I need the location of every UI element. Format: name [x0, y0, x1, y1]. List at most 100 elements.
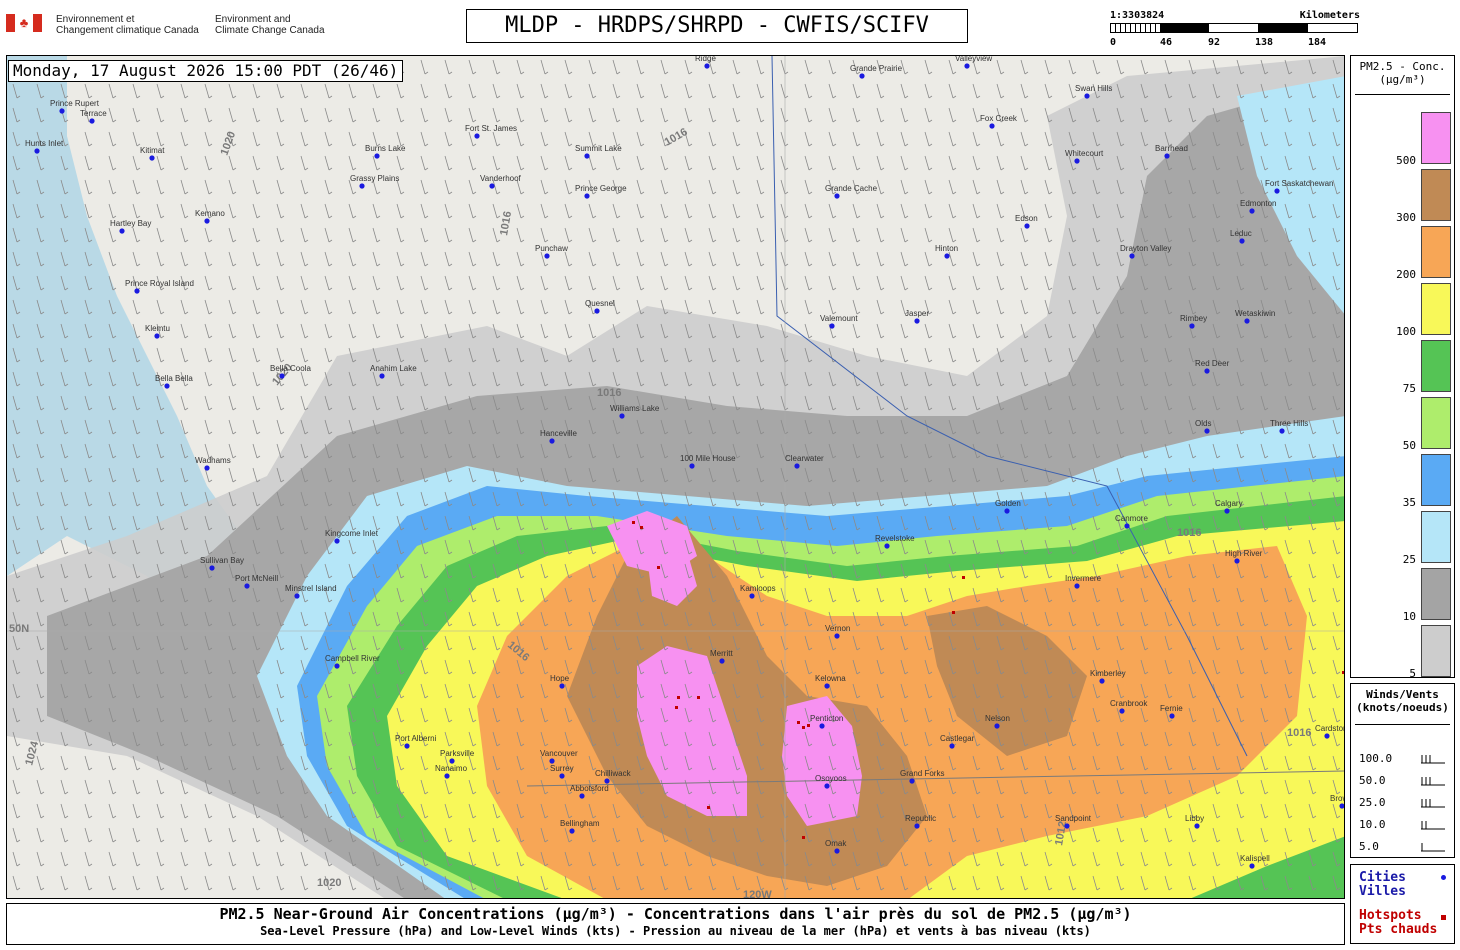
- city-dot-icon[interactable]: [449, 758, 455, 764]
- city-dot-icon[interactable]: [164, 383, 170, 389]
- city-marker[interactable]: Parksville: [440, 749, 475, 764]
- city-dot-icon[interactable]: [689, 463, 695, 469]
- city-marker[interactable]: Fernie: [1160, 704, 1183, 719]
- city-marker[interactable]: Olds: [1195, 419, 1211, 434]
- city-marker[interactable]: Red Deer: [1195, 359, 1230, 374]
- city-dot-icon[interactable]: [204, 218, 210, 224]
- city-marker[interactable]: Kitimat: [140, 146, 165, 161]
- city-marker[interactable]: Grand Forks: [900, 769, 944, 784]
- city-marker[interactable]: Merritt: [710, 649, 733, 664]
- city-marker[interactable]: Kemano: [195, 209, 225, 224]
- city-dot-icon[interactable]: [134, 288, 140, 294]
- city-marker[interactable]: Canmore: [1115, 514, 1148, 529]
- city-marker[interactable]: Cranbrook: [1110, 699, 1148, 714]
- city-dot-icon[interactable]: [1004, 508, 1010, 514]
- city-dot-icon[interactable]: [559, 683, 565, 689]
- city-dot-icon[interactable]: [1279, 428, 1285, 434]
- city-marker[interactable]: Bella Bella: [155, 374, 193, 389]
- city-dot-icon[interactable]: [294, 593, 300, 599]
- city-marker[interactable]: Valemount: [820, 314, 858, 329]
- city-marker[interactable]: Klemtu: [145, 324, 170, 339]
- city-dot-icon[interactable]: [859, 73, 865, 79]
- city-marker[interactable]: Rimbey: [1180, 314, 1207, 329]
- city-dot-icon[interactable]: [1189, 323, 1195, 329]
- city-dot-icon[interactable]: [964, 63, 970, 69]
- city-dot-icon[interactable]: [914, 318, 920, 324]
- city-dot-icon[interactable]: [1099, 678, 1105, 684]
- city-marker[interactable]: Fox Creek: [980, 114, 1018, 129]
- city-marker[interactable]: Hunts Inlet: [25, 139, 64, 154]
- city-marker[interactable]: Kalispell: [1240, 854, 1270, 869]
- city-dot-icon[interactable]: [584, 153, 590, 159]
- city-dot-icon[interactable]: [59, 108, 65, 114]
- city-markers[interactable]: Prince RupertTerrace Hunts Inlet Kitimat Ha…: [7, 56, 1345, 899]
- city-dot-icon[interactable]: [1204, 428, 1210, 434]
- city-marker[interactable]: Three Hills: [1270, 419, 1308, 434]
- city-marker[interactable]: Fort Saskatchewan: [1265, 179, 1333, 194]
- city-marker[interactable]: Penticton: [810, 714, 843, 729]
- city-marker[interactable]: Abbotsford: [570, 784, 609, 799]
- city-dot-icon[interactable]: [914, 823, 920, 829]
- city-dot-icon[interactable]: [1084, 93, 1090, 99]
- city-marker[interactable]: Bellingham: [560, 819, 600, 834]
- city-dot-icon[interactable]: [704, 63, 710, 69]
- city-marker[interactable]: Prince George: [575, 184, 627, 199]
- city-dot-icon[interactable]: [1024, 223, 1030, 229]
- city-dot-icon[interactable]: [1339, 803, 1344, 809]
- city-marker[interactable]: Kamloops: [740, 584, 776, 599]
- city-marker[interactable]: Prince Royal Island: [125, 279, 194, 294]
- city-dot-icon[interactable]: [559, 773, 565, 779]
- city-dot-icon[interactable]: [204, 465, 210, 471]
- city-marker[interactable]: Vernon: [825, 624, 850, 639]
- city-marker[interactable]: Nanaimo: [435, 764, 468, 779]
- city-marker[interactable]: Jasper: [905, 309, 929, 324]
- city-dot-icon[interactable]: [579, 793, 585, 799]
- city-marker[interactable]: Anahim Lake: [370, 364, 417, 379]
- city-marker[interactable]: Kingcome Inlet: [325, 529, 379, 544]
- city-marker[interactable]: Surrey: [550, 764, 574, 779]
- city-marker[interactable]: Omak: [825, 839, 847, 854]
- city-marker[interactable]: Barrhead: [1155, 144, 1188, 159]
- city-dot-icon[interactable]: [149, 155, 155, 161]
- city-dot-icon[interactable]: [949, 743, 955, 749]
- city-dot-icon[interactable]: [489, 183, 495, 189]
- city-dot-icon[interactable]: [794, 463, 800, 469]
- city-dot-icon[interactable]: [989, 123, 995, 129]
- city-marker[interactable]: Chilliwack: [595, 769, 632, 784]
- city-marker[interactable]: Hinton: [935, 244, 958, 259]
- city-dot-icon[interactable]: [1274, 188, 1280, 194]
- city-marker[interactable]: Grande Cache: [825, 184, 878, 199]
- city-dot-icon[interactable]: [749, 593, 755, 599]
- city-dot-icon[interactable]: [1204, 368, 1210, 374]
- city-dot-icon[interactable]: [1224, 508, 1230, 514]
- city-dot-icon[interactable]: [819, 723, 825, 729]
- city-dot-icon[interactable]: [544, 253, 550, 259]
- city-dot-icon[interactable]: [154, 333, 160, 339]
- city-marker[interactable]: Port McNeill: [235, 574, 278, 589]
- city-marker[interactable]: Sandpoint: [1055, 814, 1092, 829]
- city-dot-icon[interactable]: [594, 308, 600, 314]
- city-marker[interactable]: Invermere: [1065, 574, 1102, 589]
- city-marker[interactable]: Wetaskiwin: [1235, 309, 1275, 324]
- city-marker[interactable]: Libby: [1185, 814, 1204, 829]
- city-marker[interactable]: Sullivan Bay: [200, 556, 244, 571]
- city-marker[interactable]: Nelson: [985, 714, 1010, 729]
- city-dot-icon[interactable]: [444, 773, 450, 779]
- city-dot-icon[interactable]: [834, 193, 840, 199]
- city-marker[interactable]: Drayton Valley: [1120, 244, 1171, 259]
- city-marker[interactable]: Campbell River: [325, 654, 380, 669]
- city-dot-icon[interactable]: [1169, 713, 1175, 719]
- city-dot-icon[interactable]: [994, 723, 1000, 729]
- city-marker[interactable]: Valleyview: [955, 56, 992, 69]
- city-dot-icon[interactable]: [604, 778, 610, 784]
- city-dot-icon[interactable]: [379, 373, 385, 379]
- city-dot-icon[interactable]: [1244, 318, 1250, 324]
- city-dot-icon[interactable]: [569, 828, 575, 834]
- city-dot-icon[interactable]: [279, 373, 285, 379]
- city-marker[interactable]: Summit Lake: [575, 144, 622, 159]
- city-marker[interactable]: Quesnel: [585, 299, 615, 314]
- city-marker[interactable]: Grassy Plains: [350, 174, 399, 189]
- city-dot-icon[interactable]: [1119, 708, 1125, 714]
- city-dot-icon[interactable]: [584, 193, 590, 199]
- city-marker[interactable]: 100 Mile House: [680, 454, 736, 469]
